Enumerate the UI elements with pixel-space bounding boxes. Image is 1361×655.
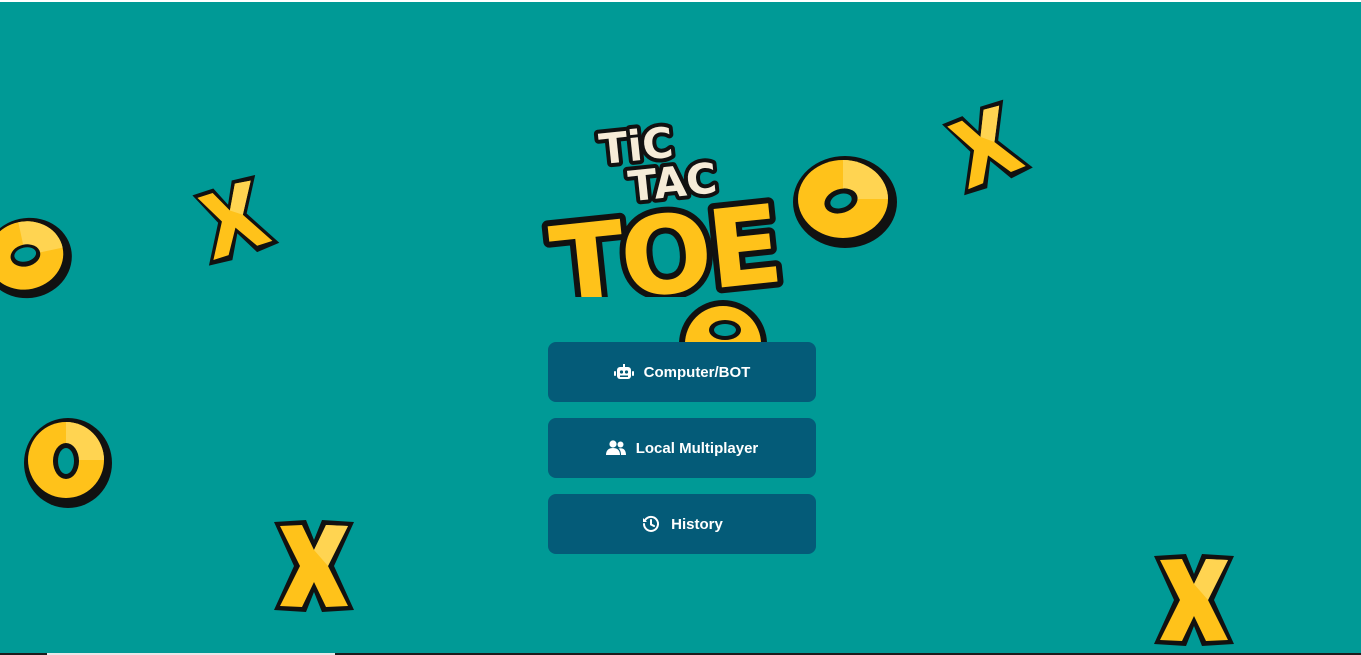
- game-background: TiC TAC TOE Computer/BOT Local Multiplay…: [0, 2, 1361, 653]
- x-piece-decoration: [274, 520, 354, 612]
- o-piece-decoration: [793, 156, 897, 248]
- o-piece-decoration: [679, 300, 767, 342]
- history-label: History: [671, 515, 723, 533]
- logo-line-3: TOE: [545, 183, 784, 297]
- robot-icon: [613, 363, 634, 381]
- users-icon: [605, 439, 626, 457]
- local-multiplayer-button[interactable]: Local Multiplayer: [548, 418, 816, 478]
- local-multiplayer-label: Local Multiplayer: [635, 439, 759, 457]
- x-piece-decoration: [942, 99, 1033, 196]
- computer-bot-label: Computer/BOT: [643, 363, 751, 381]
- game-logo: TiC TAC TOE: [539, 114, 897, 297]
- history-button[interactable]: History: [548, 494, 816, 554]
- x-piece-decoration: [192, 174, 280, 266]
- history-icon: [641, 515, 661, 533]
- o-piece-decoration: [0, 217, 72, 299]
- x-piece-decoration: [1154, 554, 1234, 646]
- o-piece-decoration: [24, 418, 112, 508]
- computer-bot-button[interactable]: Computer/BOT: [548, 342, 816, 402]
- main-menu: Computer/BOT Local Multiplayer History: [548, 342, 816, 570]
